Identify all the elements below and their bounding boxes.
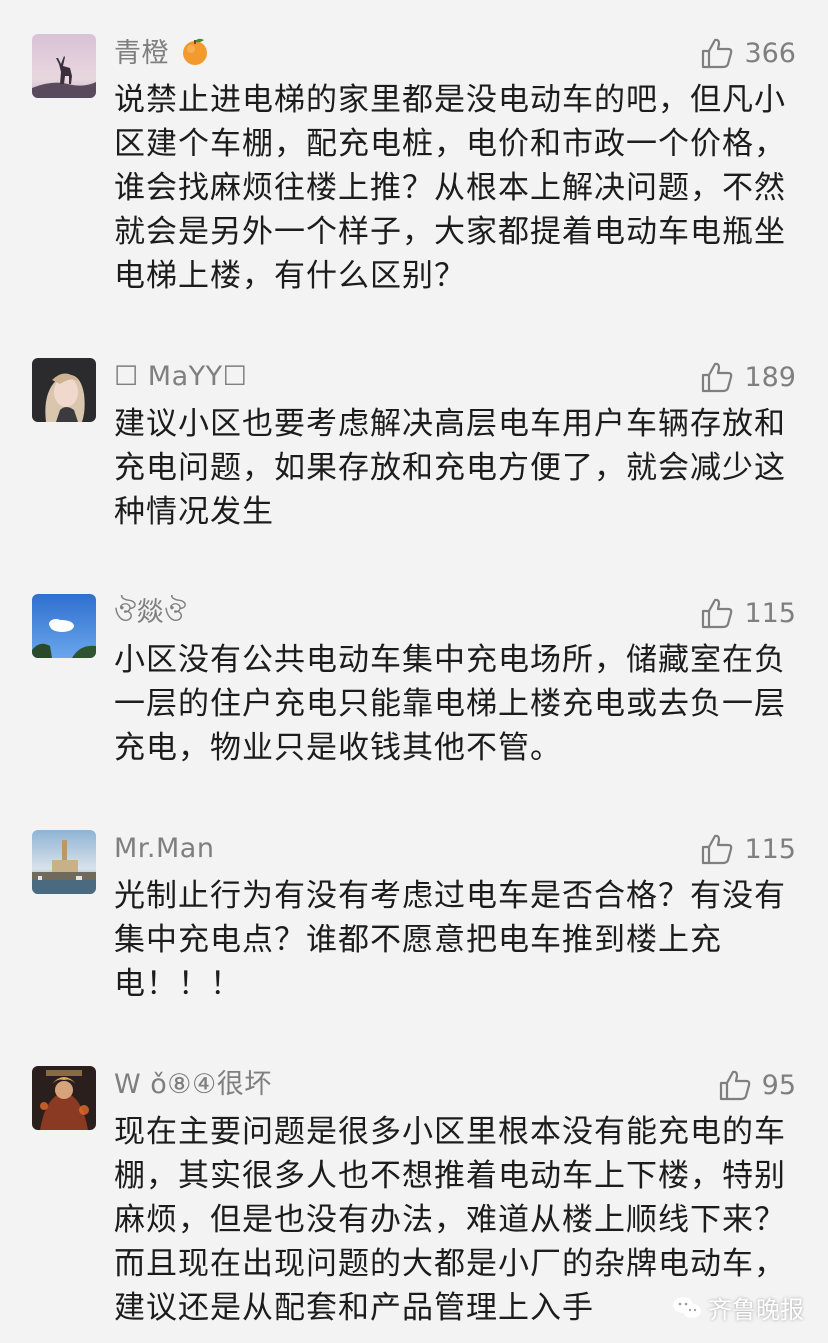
- comment-text: 光制止行为有没有考虑过电车是否合格？有没有集中充电点？谁都不愿意把电车推到楼上充…: [114, 878, 786, 1002]
- thumbs-up-icon: [702, 834, 733, 865]
- watermark: 齐鲁晚报: [672, 1290, 804, 1325]
- comment-text: 小区没有公共电动车集中充电场所，储藏室在负一层的住户充电只能靠电梯上楼充电或去负…: [114, 642, 786, 766]
- avatar[interactable]: [32, 830, 96, 894]
- like-button[interactable]: 115: [700, 596, 796, 630]
- like-button[interactable]: 366: [700, 36, 796, 70]
- like-count: 95: [761, 1069, 796, 1101]
- thumbs-up-icon: [702, 598, 733, 629]
- username[interactable]: W ǒ⑧④很坏: [114, 1068, 272, 1102]
- like-count: 189: [744, 361, 796, 393]
- username[interactable]: ☐ MaYY☐: [114, 360, 247, 394]
- thumbs-up-icon: [702, 362, 733, 393]
- wechat-icon: [673, 1296, 701, 1318]
- avatar[interactable]: [32, 1066, 96, 1130]
- username-text: 青橙: [114, 38, 169, 69]
- watermark-text: 齐鲁晚报: [708, 1296, 804, 1324]
- thumbs-up-icon: [719, 1070, 750, 1101]
- comment-text: 建议小区也要考虑解决高层电车用户车辆存放和充电问题，如果存放和充电方便了，就会减…: [114, 406, 786, 530]
- tangerine-emoji-icon: [183, 38, 208, 65]
- like-count: 115: [744, 833, 796, 865]
- username[interactable]: ঔ燚ঔ: [114, 596, 187, 630]
- like-button[interactable]: 189: [700, 360, 796, 394]
- username[interactable]: Mr.Man: [114, 832, 214, 866]
- thumbs-up-icon: [702, 38, 733, 69]
- comment-text: 说禁止进电梯的家里都是没电动车的吧，但凡小区建个车棚，配充电桩，电价和市政一个价…: [114, 82, 786, 294]
- avatar[interactable]: [32, 34, 96, 98]
- like-count: 366: [744, 37, 796, 69]
- like-button[interactable]: 115: [700, 832, 796, 866]
- avatar[interactable]: [32, 358, 96, 422]
- avatar[interactable]: [32, 594, 96, 658]
- username[interactable]: 青橙: [114, 36, 210, 71]
- like-count: 115: [744, 597, 796, 629]
- like-button[interactable]: 95: [718, 1068, 796, 1102]
